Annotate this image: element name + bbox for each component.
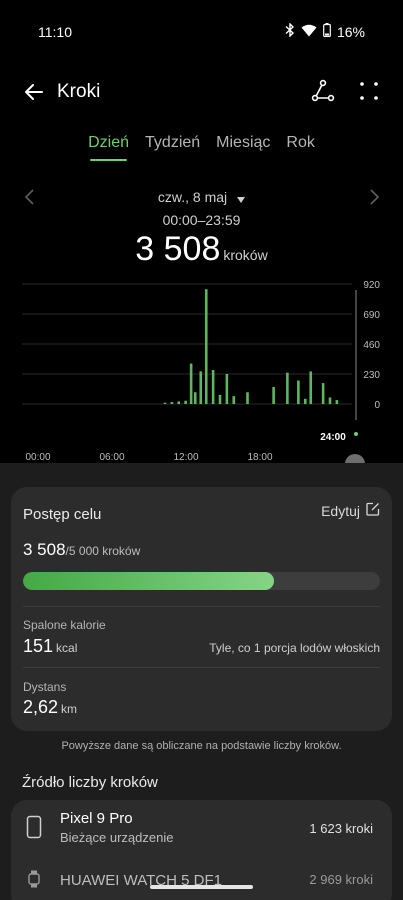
chart-bar xyxy=(246,392,249,404)
x-tick-label: 06:00 xyxy=(99,452,124,463)
chart-bar xyxy=(189,363,193,404)
period-tabs: Dzień Tydzień Miesiąc Rok xyxy=(0,134,403,161)
chart-bar xyxy=(177,401,181,404)
chart-bar xyxy=(163,402,167,404)
more-options-icon[interactable] xyxy=(357,79,381,103)
goal-target: /5 000 kroków xyxy=(65,544,141,558)
y-tick-label: 230 xyxy=(363,370,380,381)
chart-bar xyxy=(303,398,307,404)
goal-progress-text: 3 508/5 000 kroków xyxy=(23,540,140,560)
chart-bar xyxy=(272,387,275,404)
device-step-count: 1 623 kroki xyxy=(309,821,373,836)
battery-icon xyxy=(323,23,331,40)
y-tick-label: 690 xyxy=(363,310,380,321)
y-tick-label: 460 xyxy=(363,340,380,351)
date-selector[interactable]: czw., 8 maj xyxy=(0,189,403,206)
edit-goal-button[interactable]: Edytuj xyxy=(321,502,380,519)
tab-day[interactable]: Dzień xyxy=(88,134,129,161)
calories-value: 151 xyxy=(23,636,54,656)
goal-card xyxy=(11,487,392,731)
tab-year[interactable]: Rok xyxy=(286,134,314,161)
calories-value-row: 151 kcal xyxy=(23,636,77,657)
tab-week[interactable]: Tydzień xyxy=(145,134,200,161)
y-tick-label: 0 xyxy=(374,400,380,411)
phone-icon xyxy=(26,815,42,839)
distance-value: 2,62 xyxy=(23,697,59,717)
bluetooth-icon xyxy=(285,22,295,40)
chart-bar xyxy=(204,289,208,404)
chart-bar xyxy=(335,400,339,404)
chart-bar xyxy=(184,400,187,404)
x-tick-label: 12:00 xyxy=(173,452,198,463)
dropdown-triangle-icon xyxy=(237,190,246,206)
source-title: Źródło liczby kroków xyxy=(22,774,158,791)
total-steps-unit: kroków xyxy=(223,247,268,263)
current-time-label: 24:00 xyxy=(320,432,346,443)
back-arrow-icon[interactable] xyxy=(22,80,46,104)
tab-month[interactable]: Miesiąc xyxy=(216,134,270,161)
chart-bar xyxy=(170,402,174,404)
total-steps-value: 3 508 xyxy=(135,230,221,268)
goal-progress-fill xyxy=(23,572,274,590)
home-indicator[interactable] xyxy=(150,885,253,889)
edit-icon xyxy=(366,502,380,519)
time-range: 00:00–23:59 xyxy=(162,212,241,228)
battery-percent: 16% xyxy=(336,23,365,40)
device-subtitle: Bieżące urządzenie xyxy=(60,830,174,845)
page-title: Kroki xyxy=(57,81,101,102)
goal-progress-bar xyxy=(23,572,380,590)
distance-value-row: 2,62 km xyxy=(23,697,77,718)
chart-bar xyxy=(286,372,289,404)
chart-bar xyxy=(309,371,313,404)
share-icon[interactable] xyxy=(311,79,335,103)
x-tick-label: 00:00 xyxy=(25,452,50,463)
edit-goal-label: Edytuj xyxy=(321,502,360,519)
x-tick-label: 18:00 xyxy=(247,452,272,463)
divider xyxy=(23,606,380,607)
goal-title: Postęp celu xyxy=(23,506,102,523)
distance-unit: km xyxy=(61,702,78,716)
wifi-icon xyxy=(301,24,317,40)
calories-unit: kcal xyxy=(56,641,78,655)
calories-label: Spalone kalorie xyxy=(23,618,106,632)
watch-icon xyxy=(27,870,41,888)
chart-bar xyxy=(232,396,236,404)
status-icons: 16% xyxy=(285,22,365,40)
current-time-dot xyxy=(354,432,358,436)
chart-bar xyxy=(225,374,229,404)
total-steps: 3 508 kroków xyxy=(0,230,403,269)
footnote: Powyższe dane są obliczane na podstawie … xyxy=(61,740,342,752)
chart-bar xyxy=(218,394,222,404)
steps-chart[interactable]: 920 690 460 230 0 00:00 06:00 12:00 18:00 24:00 xyxy=(0,270,403,470)
status-time: 11:10 xyxy=(38,24,72,40)
chart-bar xyxy=(193,392,197,404)
chart-bar xyxy=(199,371,203,404)
device-step-count: 2 969 kroki xyxy=(309,872,373,887)
y-tick-label: 920 xyxy=(363,280,380,291)
divider xyxy=(23,667,380,668)
device-name: Pixel 9 Pro xyxy=(60,810,133,827)
date-label: czw., 8 maj xyxy=(157,189,228,205)
distance-label: Dystans xyxy=(23,680,67,694)
goal-progress-value: 3 508 xyxy=(23,540,66,559)
chart-bar xyxy=(297,380,300,404)
chart-bar xyxy=(321,383,325,404)
chart-bar xyxy=(211,370,215,404)
chart-bar xyxy=(328,397,332,404)
calories-note: Tyle, co 1 porcja lodów włoskich xyxy=(209,641,380,655)
